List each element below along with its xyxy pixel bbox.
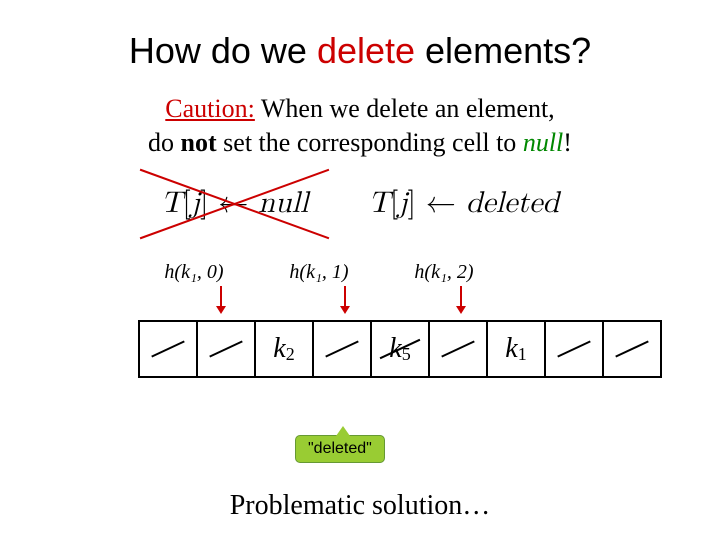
hash-table: k2 k5 k1 [138, 320, 662, 378]
probe-arrows [154, 284, 660, 320]
formula-deleted: T[j] ← deleted [368, 185, 559, 221]
empty-cell [604, 322, 660, 376]
empty-cell [198, 322, 256, 376]
arrow-icon [460, 286, 462, 312]
footer-text: Problematic solution… [0, 490, 720, 522]
arrow-icon [220, 286, 222, 312]
arrow-icon [344, 286, 346, 312]
deleted-callout: "deleted" [295, 435, 385, 463]
cell-k5-deleted: k5 [372, 322, 430, 376]
formula-row: T[j] ← null T[j] ← deleted [60, 185, 660, 221]
cell-k1: k1 [488, 322, 546, 376]
slide-title: How do we delete elements? [60, 30, 660, 72]
empty-cell [140, 322, 198, 376]
cell-k2: k2 [256, 322, 314, 376]
empty-cell [546, 322, 604, 376]
formula-null: T[j] ← null [161, 185, 309, 221]
caution-text: Caution: When we delete an element, do n… [60, 92, 660, 160]
hash-labels: h(k₁, 0) h(k₁, 1) h(k₁, 2) [154, 261, 660, 284]
empty-cell [430, 322, 488, 376]
empty-cell [314, 322, 372, 376]
